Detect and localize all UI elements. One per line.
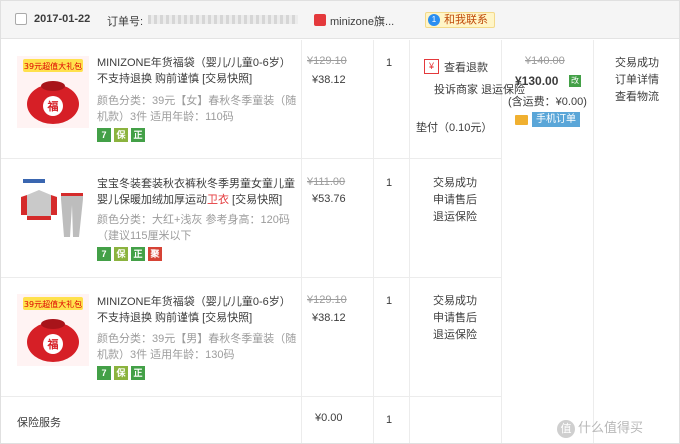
view-refund-link[interactable]: 查看退款 [444, 59, 488, 75]
chat-icon: 1 [428, 14, 440, 26]
complain-seller-link[interactable]: 投诉商家 [434, 84, 478, 96]
tmall-icon [314, 14, 326, 26]
shop-name-link[interactable]: minizone旗... [330, 13, 394, 29]
shipping-fee: (含运费：¥0.00) [508, 96, 587, 108]
insurance-service-label: 保险服务 [17, 417, 61, 429]
product-title-text: MINIZONE年货福袋（婴儿/儿童0-6岁）不支持退换 购前谨慎 [交易快照] [97, 57, 291, 85]
mobile-order-badge: 手机订单 [532, 112, 580, 127]
order-total: ¥130.00 [515, 74, 559, 88]
row-divider [1, 158, 501, 159]
guarantee-icon: 保 [114, 366, 128, 380]
apply-after-sale-link[interactable]: 申请售后 [433, 192, 477, 209]
product-sku: 颜色分类：39元【男】春秋冬季童装（随机款）3件 适用年龄：130码 [97, 333, 297, 361]
service-badges: 7保正聚 [97, 247, 165, 262]
product-thumbnail[interactable]: 39元超值大礼包 福 [17, 56, 89, 128]
product-title-text: MINIZONE年货福袋（婴儿/儿童0-6岁）不支持退换 购前谨慎 [交易快照] [97, 296, 291, 324]
watermark: 值什么值得买 [557, 417, 643, 438]
seven-day-return-icon: 7 [97, 247, 111, 261]
product-sku: 颜色分类：39元【女】春秋冬季童装（随机款）3件 适用年龄：110码 [97, 95, 297, 123]
quantity: 1 [386, 57, 393, 69]
original-price: ¥129.10 [307, 294, 347, 306]
genuine-icon: 正 [131, 366, 145, 380]
unit-price: ¥38.12 [312, 74, 346, 86]
svg-text:福: 福 [47, 337, 59, 351]
column-divider [501, 40, 502, 443]
guarantee-icon: 保 [114, 128, 128, 142]
return-insurance-link[interactable]: 退运保险 [433, 327, 477, 344]
service-badges: 7保正 [97, 366, 148, 381]
thumbnail-label: 39元超值大礼包 [24, 299, 82, 309]
juhuasuan-icon: 聚 [148, 247, 162, 261]
return-insurance-link[interactable]: 退运保险 [433, 209, 477, 226]
mobile-icon [515, 115, 528, 125]
apply-after-sale-link[interactable]: 申请售后 [433, 310, 477, 327]
guarantee-icon: 保 [114, 247, 128, 261]
advance-payment-text: 垫付（0.10元） [416, 122, 493, 134]
product-title-highlight: 卫衣 [207, 194, 229, 206]
order-detail-link[interactable]: 订单详情 [615, 72, 659, 89]
item3-service-links: 交易成功 申请售后 退运保险 [433, 293, 477, 344]
order-card: 2017-01-22 订单号: minizone旗... 1 和我联系 39元超… [0, 0, 680, 444]
contact-seller-label: 和我联系 [444, 14, 488, 26]
svg-text:福: 福 [47, 99, 59, 113]
order-status-links: 交易成功 订单详情 查看物流 [615, 55, 659, 106]
view-logistics-link[interactable]: 查看物流 [615, 89, 659, 106]
product-thumbnail[interactable]: 39元超值大礼包 福 [17, 294, 89, 366]
insurance-quantity: 1 [386, 414, 393, 426]
thumbnail-label: 39元超值大礼包 [24, 61, 82, 71]
order-original-total: ¥140.00 [525, 55, 565, 67]
order-checkbox[interactable] [15, 13, 27, 25]
trade-success-text: 交易成功 [433, 177, 477, 189]
product-sku: 颜色分类：大红+浅灰 参考身高：120码（建议115厘米以下 [97, 214, 290, 242]
genuine-icon: 正 [131, 128, 145, 142]
column-divider [373, 40, 374, 443]
watermark-text: 什么值得买 [578, 420, 644, 435]
insurance-price: ¥0.00 [315, 412, 343, 424]
row-divider [1, 277, 501, 278]
contact-seller-button[interactable]: 1 和我联系 [425, 12, 495, 28]
price-modified-icon: 改 [569, 75, 581, 87]
unit-price: ¥53.76 [312, 193, 346, 205]
product-title-link[interactable]: MINIZONE年货福袋（婴儿/儿童0-6岁）不支持退换 购前谨慎 [交易快照] [97, 294, 295, 326]
trade-success-text: 交易成功 [433, 295, 477, 307]
watermark-logo-icon: 值 [557, 419, 575, 438]
original-price: ¥111.00 [307, 176, 346, 188]
snapshot-link: [交易快照] [229, 194, 283, 206]
quantity: 1 [386, 177, 393, 189]
unit-price: ¥38.12 [312, 312, 346, 324]
order-date: 2017-01-22 [34, 13, 91, 25]
column-divider [301, 40, 302, 443]
order-header: 2017-01-22 订单号: minizone旗... 1 和我联系 [1, 1, 679, 39]
trade-success-text: 交易成功 [615, 57, 659, 69]
order-number-redacted [148, 15, 298, 24]
seven-day-return-icon: 7 [97, 366, 111, 380]
item2-service-links: 交易成功 申请售后 退运保险 [433, 175, 477, 226]
seven-day-return-icon: 7 [97, 128, 111, 142]
original-price: ¥129.10 [307, 55, 347, 67]
product-thumbnail[interactable] [17, 175, 89, 247]
quantity: 1 [386, 295, 393, 307]
column-divider [593, 40, 594, 443]
genuine-icon: 正 [131, 247, 145, 261]
column-divider [409, 40, 410, 443]
service-badges: 7保正 [97, 128, 148, 143]
order-number-label: 订单号: [107, 16, 144, 28]
product-title-link[interactable]: 宝宝冬装套装秋衣裤秋冬季男童女童儿童婴儿保暖加绒加厚运动卫衣 [交易快照] [97, 176, 295, 208]
refund-icon: ¥ [424, 59, 439, 74]
row-divider [1, 396, 501, 397]
product-title-link[interactable]: MINIZONE年货福袋（婴儿/儿童0-6岁）不支持退换 购前谨慎 [交易快照] [97, 55, 295, 87]
